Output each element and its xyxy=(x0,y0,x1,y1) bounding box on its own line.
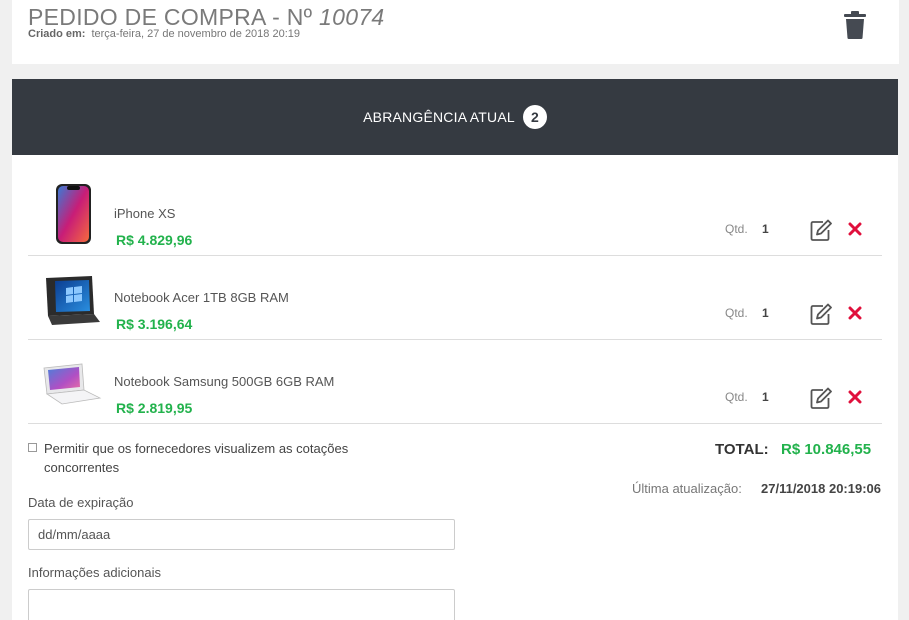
permission-label: Permitir que os fornecedores visualizem … xyxy=(44,441,349,475)
scope-count-badge: 2 xyxy=(522,105,547,129)
item-price: R$ 4.829,96 xyxy=(116,232,193,248)
remove-icon[interactable] xyxy=(848,222,862,236)
item-price: R$ 3.196,64 xyxy=(116,316,193,332)
edit-icon[interactable] xyxy=(810,387,832,409)
total-label: TOTAL: xyxy=(715,441,769,458)
list-item: Notebook Samsung 500GB 6GB RAM R$ 2.819,… xyxy=(28,340,882,424)
order-header: PEDIDO DE COMPRA - Nº 10074 Criado em: te… xyxy=(12,0,899,64)
scope-label: ABRANGÊNCIA ATUAL xyxy=(363,109,515,125)
remove-icon[interactable] xyxy=(848,390,862,404)
created-info: Criado em: terça-feira, 27 de novembro de… xyxy=(28,28,300,40)
edit-icon[interactable] xyxy=(810,219,832,241)
qtd-value: 1 xyxy=(762,222,769,236)
title-prefix: PEDIDO DE COMPRA - Nº xyxy=(28,4,320,30)
page-title: PEDIDO DE COMPRA - Nº 10074 xyxy=(28,4,385,31)
expiration-label: Data de expiração xyxy=(28,495,134,510)
acer-notebook-image xyxy=(46,276,100,325)
list-item: iPhone XS R$ 4.829,96 Qtd. 1 xyxy=(28,172,882,256)
last-update-value: 27/11/2018 20:19:06 xyxy=(761,481,881,496)
item-price: R$ 2.819,95 xyxy=(116,400,193,416)
scope-bar: ABRANGÊNCIA ATUAL 2 xyxy=(12,79,898,155)
iphone-xs-image xyxy=(56,184,91,244)
order-items-card: iPhone XS R$ 4.829,96 Qtd. 1 Notebook Ac… xyxy=(12,155,898,620)
order-number: 10074 xyxy=(319,4,385,30)
samsung-notebook-image xyxy=(43,363,102,405)
qtd-label: Qtd. xyxy=(725,222,748,236)
trash-icon[interactable] xyxy=(843,11,867,39)
expiration-date-input[interactable] xyxy=(28,519,455,550)
created-label: Criado em: xyxy=(28,28,86,40)
list-item: Notebook Acer 1TB 8GB RAM R$ 3.196,64 Qt… xyxy=(28,256,882,340)
total-value: R$ 10.846,55 xyxy=(781,441,872,458)
last-update-label: Última atualização: xyxy=(632,481,742,496)
item-name: iPhone XS xyxy=(114,206,176,221)
qtd-label: Qtd. xyxy=(725,306,748,320)
qtd-value: 1 xyxy=(762,390,769,404)
created-value: terça-feira, 27 de novembro de 2018 20:1… xyxy=(91,28,300,40)
qtd-value: 1 xyxy=(762,306,769,320)
additional-info-label: Informações adicionais xyxy=(28,565,161,580)
remove-icon[interactable] xyxy=(848,306,862,320)
edit-icon[interactable] xyxy=(810,303,832,325)
permission-checkbox[interactable] xyxy=(28,443,37,452)
qtd-label: Qtd. xyxy=(725,390,748,404)
additional-info-input[interactable] xyxy=(28,589,455,620)
item-name: Notebook Acer 1TB 8GB RAM xyxy=(114,290,289,305)
item-name: Notebook Samsung 500GB 6GB RAM xyxy=(114,374,335,389)
